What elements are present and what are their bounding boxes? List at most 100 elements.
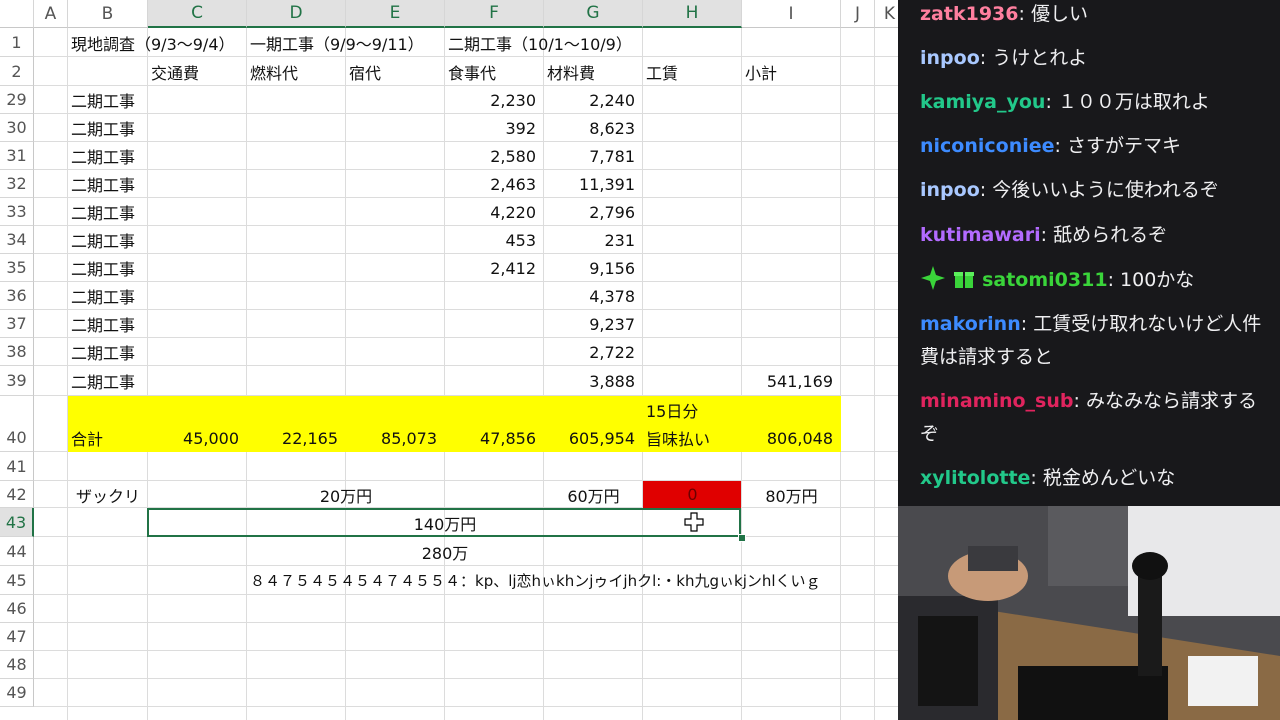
cell-b33[interactable]: 二期工事 (68, 198, 148, 226)
chat-username[interactable]: kutimawari (920, 224, 1041, 246)
cell-c42-merged[interactable]: 20万円 (148, 481, 544, 508)
row-header-2[interactable]: 2 (0, 57, 34, 86)
cell-i39[interactable]: 541,169 (742, 366, 841, 396)
cell-c2[interactable]: 交通費 (148, 57, 247, 86)
row-header-34[interactable]: 34 (0, 226, 34, 254)
row-header-37[interactable]: 37 (0, 310, 34, 338)
column-header-g[interactable]: G (544, 0, 643, 28)
spreadsheet[interactable]: A B C D E F G H I J K 1 2 29 30 31 32 33… (0, 0, 898, 720)
column-header-h[interactable]: H (643, 0, 742, 28)
chat-username[interactable]: zatk1936 (920, 3, 1018, 25)
cell-g29[interactable]: 2,240 (544, 86, 643, 114)
cell-b38[interactable]: 二期工事 (68, 338, 148, 366)
cell-f1[interactable]: 二期工事（10/1〜10/9） (445, 28, 645, 57)
row-header-29[interactable]: 29 (0, 86, 34, 114)
cell-f34[interactable]: 453 (445, 226, 544, 254)
chat-username[interactable]: niconiconiee (920, 135, 1055, 157)
row-header-31[interactable]: 31 (0, 142, 34, 170)
row-header-49[interactable]: 49 (0, 679, 34, 707)
cell-b29[interactable]: 二期工事 (68, 86, 148, 114)
column-header-e[interactable]: E (346, 0, 445, 28)
cell-d2[interactable]: 燃料代 (247, 57, 346, 86)
column-header-d[interactable]: D (247, 0, 346, 28)
chat-username[interactable]: inpoo (920, 179, 980, 201)
row-header-38[interactable]: 38 (0, 338, 34, 366)
row-header-33[interactable]: 33 (0, 198, 34, 226)
cell-e40[interactable]: 85,073 (346, 424, 445, 452)
chat-username[interactable]: xylitolotte (920, 467, 1030, 489)
cell-d40[interactable]: 22,165 (247, 424, 346, 452)
cell-b35[interactable]: 二期工事 (68, 254, 148, 282)
chat-username[interactable]: kamiya_you (920, 91, 1045, 113)
chat-username[interactable]: satomi0311 (982, 269, 1107, 291)
row-header-45[interactable]: 45 (0, 566, 34, 595)
cell-b30[interactable]: 二期工事 (68, 114, 148, 142)
cell-b32[interactable]: 二期工事 (68, 170, 148, 198)
cell-b31[interactable]: 二期工事 (68, 142, 148, 170)
cell-h2[interactable]: 工賃 (643, 57, 742, 86)
cell-g34[interactable]: 231 (544, 226, 643, 254)
cell-c44-merged[interactable]: 280万 (148, 537, 742, 566)
row-header-40[interactable]: 40 (0, 396, 34, 452)
column-header-k[interactable]: K (875, 0, 898, 28)
column-header-j[interactable]: J (841, 0, 875, 28)
chat-username[interactable]: inpoo (920, 47, 980, 69)
column-header-i[interactable]: I (742, 0, 841, 28)
column-header-a[interactable]: A (34, 0, 68, 28)
cell-g35[interactable]: 9,156 (544, 254, 643, 282)
cell-c40[interactable]: 45,000 (148, 424, 247, 452)
cell-b39[interactable]: 二期工事 (68, 366, 148, 396)
cell-g42[interactable]: 60万円 (544, 481, 643, 508)
row-header-30[interactable]: 30 (0, 114, 34, 142)
cell-i40[interactable]: 806,048 (742, 424, 841, 452)
cell-g37[interactable]: 9,237 (544, 310, 643, 338)
chat-username[interactable]: makorinn (920, 313, 1021, 335)
row-header-46[interactable]: 46 (0, 595, 34, 623)
cell-f35[interactable]: 2,412 (445, 254, 544, 282)
cell-b34[interactable]: 二期工事 (68, 226, 148, 254)
cell-f29[interactable]: 2,230 (445, 86, 544, 114)
chat-username[interactable]: minamino_sub (920, 390, 1073, 412)
cell-g2[interactable]: 材料費 (544, 57, 643, 86)
cell-g38[interactable]: 2,722 (544, 338, 643, 366)
cell-b37[interactable]: 二期工事 (68, 310, 148, 338)
cell-g40[interactable]: 605,954 (544, 424, 643, 452)
row-header-35[interactable]: 35 (0, 254, 34, 282)
row-header-43[interactable]: 43 (0, 508, 34, 537)
column-header-f[interactable]: F (445, 0, 544, 28)
cell-f31[interactable]: 2,580 (445, 142, 544, 170)
cell-f40[interactable]: 47,856 (445, 424, 544, 452)
row-header-39[interactable]: 39 (0, 366, 34, 396)
row-header-36[interactable]: 36 (0, 282, 34, 310)
cell-g33[interactable]: 2,796 (544, 198, 643, 226)
cell-d1[interactable]: 一期工事（9/9〜9/11） (247, 28, 447, 57)
cell-g36[interactable]: 4,378 (544, 282, 643, 310)
cell-g32[interactable]: 11,391 (544, 170, 643, 198)
row-header-48[interactable]: 48 (0, 651, 34, 679)
cell-g31[interactable]: 7,781 (544, 142, 643, 170)
cell-f2[interactable]: 食事代 (445, 57, 544, 86)
cell-h40-line1[interactable]: 15日分 (643, 396, 742, 424)
column-header-c[interactable]: C (148, 0, 247, 28)
cell-b1[interactable]: 現地調査（9/3〜9/4） (68, 28, 268, 57)
row-header-1[interactable]: 1 (0, 28, 34, 57)
cell-g30[interactable]: 8,623 (544, 114, 643, 142)
cell-d45[interactable]: ８４７５４５４５４７４５５４：kp、lj恋hぃkhンjゥイjhクl:・kh九gぃ… (247, 566, 898, 595)
cell-e2[interactable]: 宿代 (346, 57, 445, 86)
row-header-41[interactable]: 41 (0, 452, 34, 481)
cell-b40[interactable]: 合計 (68, 424, 148, 452)
cell-f30[interactable]: 392 (445, 114, 544, 142)
column-header-b[interactable]: B (68, 0, 148, 28)
row-header-32[interactable]: 32 (0, 170, 34, 198)
cell-i42[interactable]: 80万円 (742, 481, 841, 508)
cell-f33[interactable]: 4,220 (445, 198, 544, 226)
cell-b36[interactable]: 二期工事 (68, 282, 148, 310)
row-header-44[interactable]: 44 (0, 537, 34, 566)
row-header-47[interactable]: 47 (0, 623, 34, 651)
cell-i2[interactable]: 小計 (742, 57, 841, 86)
select-all-corner[interactable] (0, 0, 34, 28)
cell-h40-line2[interactable]: 旨味払い (643, 424, 742, 452)
cell-g39[interactable]: 3,888 (544, 366, 643, 396)
row-header-42[interactable]: 42 (0, 481, 34, 508)
cell-f32[interactable]: 2,463 (445, 170, 544, 198)
